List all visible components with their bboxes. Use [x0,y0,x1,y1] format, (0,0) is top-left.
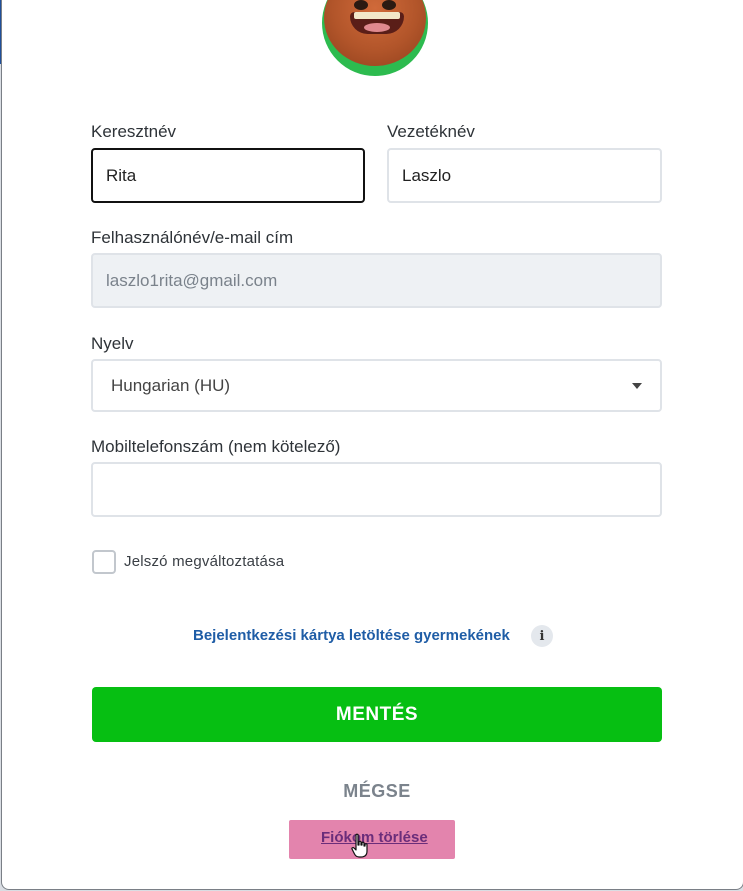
language-label: Nyelv [91,334,134,353]
download-login-card-link[interactable]: Bejelentkezési kártya letöltése gyermeké… [193,627,510,644]
edit-profile-modal: Keresztnév Rita Vezetéknév Laszlo Felhas… [1,0,743,890]
last-name-label: Vezetéknév [387,122,475,141]
monster-face-icon [324,0,426,66]
delete-account-link[interactable]: Fiókom törlése [321,829,428,846]
first-name-value: Rita [106,165,137,185]
save-button[interactable]: MENTÉS [92,687,662,742]
language-select[interactable]: Hungarian (HU) [91,359,662,412]
first-name-label: Keresztnév [91,122,177,141]
language-selected-value: Hungarian (HU) [111,375,231,395]
teeth-icon [354,12,400,19]
username-label: Felhasználónév/e-mail cím [91,228,294,247]
eye-icon [354,0,368,10]
eye-icon [382,0,396,10]
tongue-icon [364,23,390,32]
phone-label: Mobiltelefonszám (nem kötelező) [91,437,341,456]
hand-pointer-cursor-icon [351,833,368,858]
caret-down-icon [632,382,642,389]
avatar [322,0,428,76]
info-icon[interactable]: i [531,625,553,647]
phone-field[interactable] [91,462,662,517]
first-name-field[interactable]: Rita [91,148,365,203]
change-password-label[interactable]: Jelszó megváltoztatása [124,553,284,570]
username-field: laszlo1rita@gmail.com [91,253,662,308]
last-name-field[interactable]: Laszlo [387,148,662,203]
change-password-checkbox[interactable] [92,550,116,574]
cancel-button[interactable]: MÉGSE [302,776,452,806]
username-value: laszlo1rita@gmail.com [106,270,278,290]
last-name-value: Laszlo [402,165,452,185]
